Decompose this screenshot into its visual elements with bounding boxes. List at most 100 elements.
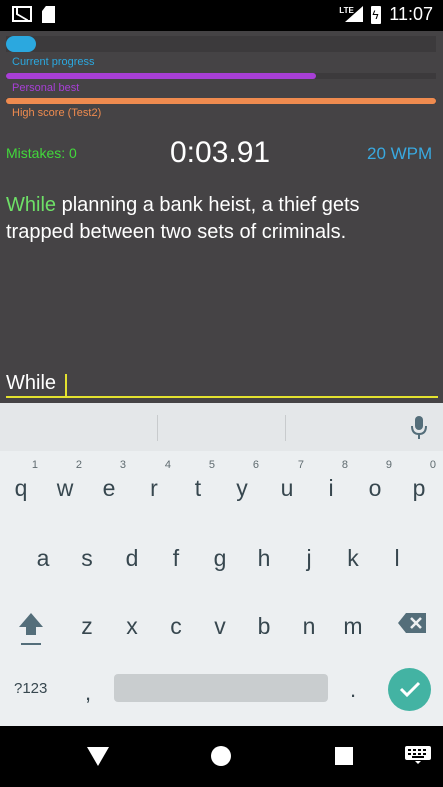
- enter-button[interactable]: [388, 668, 431, 711]
- text-cursor: [65, 374, 67, 396]
- key-j[interactable]: j: [290, 527, 328, 579]
- key-number-hint: 3: [119, 459, 126, 471]
- current-progress-bar: [6, 36, 436, 52]
- key-z[interactable]: z: [68, 595, 106, 647]
- personal-best-label: Personal best: [12, 82, 80, 94]
- back-icon[interactable]: [87, 747, 109, 766]
- key-number-hint: 4: [164, 459, 171, 471]
- key-number-hint: 0: [429, 459, 436, 471]
- key-letter: s: [81, 545, 93, 571]
- key-letter: m: [343, 613, 363, 639]
- key-l[interactable]: l: [378, 527, 416, 579]
- key-letter: e: [102, 475, 116, 501]
- key-o[interactable]: o9: [356, 457, 394, 509]
- personal-best-bar: [6, 73, 436, 79]
- typing-input[interactable]: While: [6, 370, 438, 398]
- soft-keyboard: q1w2e3r4t5y6u7i8o9p0 asdfghjkl zxcvbnm ?…: [0, 403, 443, 726]
- key-e[interactable]: e3: [90, 457, 128, 509]
- recents-icon[interactable]: [335, 747, 353, 765]
- high-score-bar: [6, 98, 436, 104]
- period-key[interactable]: .: [350, 677, 356, 703]
- key-letter: r: [150, 475, 158, 501]
- key-f[interactable]: f: [157, 527, 195, 579]
- key-letter: q: [14, 475, 28, 501]
- key-r[interactable]: r4: [135, 457, 173, 509]
- microphone-icon[interactable]: [411, 416, 427, 440]
- signal-icon: LTE: [339, 5, 364, 24]
- key-number-hint: 2: [75, 459, 82, 471]
- key-letter: c: [170, 613, 182, 639]
- status-bar: LTE 11:07: [0, 0, 443, 31]
- target-sentence: While planning a bank heist, a thief get…: [6, 192, 426, 246]
- key-letter: y: [236, 475, 248, 501]
- key-letter: z: [81, 613, 93, 639]
- key-number-hint: 6: [252, 459, 259, 471]
- key-a[interactable]: a: [24, 527, 62, 579]
- key-letter: p: [412, 475, 426, 501]
- key-number-hint: 7: [297, 459, 304, 471]
- key-number-hint: 8: [341, 459, 348, 471]
- key-number-hint: 5: [208, 459, 215, 471]
- clock: 11:07: [389, 4, 433, 24]
- key-c[interactable]: c: [157, 595, 195, 647]
- key-letter: g: [213, 545, 227, 571]
- key-m[interactable]: m: [334, 595, 372, 647]
- key-q[interactable]: q1: [2, 457, 40, 509]
- wpm-readout: 20 WPM: [367, 144, 433, 163]
- symbols-key[interactable]: ?123: [14, 680, 47, 697]
- current-progress-fill: [6, 36, 37, 52]
- key-letter: d: [125, 545, 139, 571]
- home-icon[interactable]: [211, 746, 231, 766]
- key-letter: t: [194, 475, 202, 501]
- key-letter: a: [36, 545, 50, 571]
- key-letter: f: [172, 545, 180, 571]
- high-score-fill: [6, 98, 436, 104]
- remaining-words: planning a bank heist, a thief gets trap…: [6, 194, 360, 243]
- key-letter: j: [306, 545, 312, 571]
- key-n[interactable]: n: [290, 595, 328, 647]
- key-letter: n: [302, 613, 316, 639]
- high-score-label: High score (Test2): [12, 107, 102, 119]
- key-letter: l: [394, 545, 400, 571]
- key-w[interactable]: w2: [46, 457, 84, 509]
- gmail-icon: [12, 6, 32, 22]
- typing-input-value: While: [6, 372, 57, 394]
- key-g[interactable]: g: [201, 527, 239, 579]
- key-t[interactable]: t5: [179, 457, 217, 509]
- keyboard-switch-icon[interactable]: [405, 746, 431, 764]
- key-number-hint: 1: [31, 459, 38, 471]
- suggestion-divider: [157, 415, 158, 441]
- key-letter: h: [257, 545, 271, 571]
- key-letter: o: [368, 475, 382, 501]
- key-letter: b: [257, 613, 271, 639]
- suggestion-divider: [285, 415, 286, 441]
- key-s[interactable]: s: [68, 527, 106, 579]
- key-b[interactable]: b: [245, 595, 283, 647]
- backspace-icon[interactable]: [398, 613, 426, 633]
- shift-icon[interactable]: [17, 611, 45, 647]
- key-v[interactable]: v: [201, 595, 239, 647]
- current-progress-label: Current progress: [12, 56, 95, 68]
- key-letter: u: [280, 475, 294, 501]
- key-x[interactable]: x: [113, 595, 151, 647]
- key-i[interactable]: i8: [312, 457, 350, 509]
- key-letter: k: [347, 545, 359, 571]
- key-letter: x: [126, 613, 138, 639]
- key-letter: i: [328, 475, 334, 501]
- key-letter: v: [214, 613, 226, 639]
- key-h[interactable]: h: [245, 527, 283, 579]
- space-bar[interactable]: [114, 674, 328, 702]
- typed-words: While: [6, 194, 57, 216]
- sd-card-icon: [42, 6, 55, 23]
- key-k[interactable]: k: [334, 527, 372, 579]
- key-u[interactable]: u7: [268, 457, 306, 509]
- checkmark-icon: [399, 681, 421, 698]
- mistakes-count: Mistakes: 0: [6, 145, 77, 161]
- comma-key[interactable]: ,: [85, 680, 91, 706]
- personal-best-fill: [6, 73, 316, 79]
- key-d[interactable]: d: [113, 527, 151, 579]
- key-p[interactable]: p0: [400, 457, 438, 509]
- key-y[interactable]: y6: [223, 457, 261, 509]
- key-letter: w: [56, 475, 74, 501]
- timer: 0:03.91: [170, 136, 271, 169]
